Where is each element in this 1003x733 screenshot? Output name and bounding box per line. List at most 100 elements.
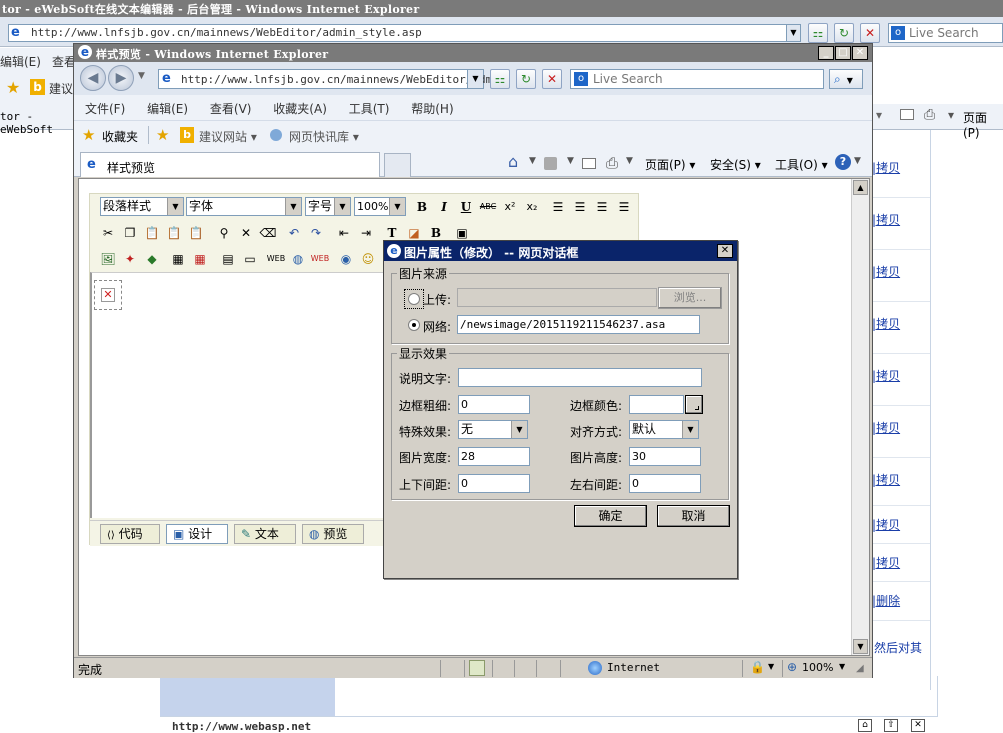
- mode-tab-code[interactable]: ⟨⟩ 代码: [100, 524, 160, 544]
- align-justify-icon[interactable]: ☰: [614, 196, 634, 218]
- bold-icon[interactable]: B: [412, 196, 432, 218]
- undo-icon[interactable]: ↶: [284, 222, 304, 244]
- mail-icon[interactable]: [582, 158, 596, 169]
- font-select[interactable]: 字体 ▼: [186, 197, 302, 216]
- bg-cmd-chevron[interactable]: ▾: [876, 108, 882, 122]
- outdent-icon[interactable]: ⇤: [334, 222, 354, 244]
- add-favorite-icon[interactable]: ★: [156, 126, 169, 144]
- mail-icon[interactable]: [900, 109, 914, 120]
- hspace-field[interactable]: 0: [629, 474, 701, 493]
- preview-address-bar[interactable]: e http://www.lnfsjb.gov.cn/mainnews/WebE…: [158, 69, 492, 89]
- border-width-field[interactable]: 0: [458, 395, 530, 414]
- maximize-button[interactable]: □: [835, 46, 851, 60]
- form-icon[interactable]: ▭: [240, 248, 260, 270]
- home-icon[interactable]: ⌂: [858, 719, 872, 732]
- menu-edit[interactable]: 编辑(E): [147, 102, 188, 116]
- menu-favorites[interactable]: 收藏夹(A): [273, 102, 327, 116]
- align-select[interactable]: 默认 ▼: [629, 420, 699, 439]
- stop-icon[interactable]: ✕: [542, 69, 562, 89]
- print-icon[interactable]: ⎙: [606, 154, 618, 172]
- align-right-icon[interactable]: ☰: [592, 196, 612, 218]
- minimize-button[interactable]: _: [818, 46, 834, 60]
- menu-help[interactable]: 帮助(H): [411, 102, 453, 116]
- menu-file[interactable]: 文件(F): [85, 102, 125, 116]
- fav-suggested-sites[interactable]: 建议网站 ▾: [199, 128, 257, 145]
- web-icon[interactable]: WEB: [266, 248, 286, 270]
- height-field[interactable]: 30: [629, 447, 701, 466]
- home-icon[interactable]: ⌂: [508, 152, 518, 171]
- protected-mode-icon[interactable]: 🔒: [750, 660, 765, 674]
- forward-button[interactable]: ▶: [108, 65, 134, 91]
- preview-search-box[interactable]: o Live Search: [570, 69, 824, 89]
- redo-icon[interactable]: ↷: [306, 222, 326, 244]
- star-icon[interactable]: ★: [6, 78, 20, 97]
- back-button[interactable]: ◀: [80, 65, 106, 91]
- compat-icon[interactable]: ⚏: [490, 69, 510, 89]
- underline-icon[interactable]: U: [456, 196, 476, 218]
- close-button[interactable]: ✕: [852, 46, 868, 60]
- dialog-close-button[interactable]: ✕: [717, 244, 733, 258]
- font-size-select[interactable]: 字号 ▼: [305, 197, 351, 216]
- cmd-safety[interactable]: 安全(S) ▾: [710, 156, 761, 173]
- delete-icon[interactable]: ✕: [236, 222, 256, 244]
- scroll-up-button[interactable]: ▲: [853, 180, 868, 195]
- table-edit-icon[interactable]: ▦: [190, 248, 210, 270]
- upload-radio[interactable]: [404, 289, 424, 309]
- refresh-icon[interactable]: ↻: [516, 69, 536, 89]
- broken-image-placeholder[interactable]: ✕: [94, 280, 122, 310]
- ok-button[interactable]: 确定: [574, 505, 647, 527]
- emoji-icon[interactable]: ☺: [358, 248, 378, 270]
- cmd-page[interactable]: 页面(P) ▾: [645, 156, 695, 173]
- bg-address-bar[interactable]: e http://www.lnfsjb.gov.cn/mainnews/WebE…: [8, 24, 801, 42]
- net-url-field[interactable]: /newsimage/2015119211546237.asa: [457, 315, 700, 334]
- table-icon[interactable]: ▦: [168, 248, 188, 270]
- mode-tab-design[interactable]: ▣ 设计: [166, 524, 228, 544]
- history-dropdown-icon[interactable]: ▼: [138, 71, 145, 81]
- net-radio[interactable]: [408, 319, 420, 331]
- close-icon[interactable]: ✕: [911, 719, 925, 732]
- italic-icon[interactable]: I: [434, 196, 454, 218]
- menu-tools[interactable]: 工具(T): [349, 102, 390, 116]
- bg-cmd-page[interactable]: 页面(P): [963, 109, 1003, 140]
- fav-web-slice[interactable]: 网页快讯库 ▾: [289, 128, 359, 145]
- dropdown-arrow-icon[interactable]: ▼: [467, 70, 483, 88]
- effect-select[interactable]: 无 ▼: [458, 420, 528, 439]
- border-color-field[interactable]: [629, 395, 684, 414]
- copy-icon[interactable]: ❐: [120, 222, 140, 244]
- color-picker-button[interactable]: [685, 395, 703, 414]
- dropdown-arrow-icon[interactable]: ▼: [786, 25, 800, 41]
- zoom-level[interactable]: 100%: [802, 661, 833, 674]
- search-button[interactable]: ⌕ ▼: [829, 69, 863, 89]
- media-icon[interactable]: ◆: [142, 248, 162, 270]
- feeds-icon[interactable]: [544, 157, 557, 170]
- find-icon[interactable]: ⚲: [214, 222, 234, 244]
- align-center-icon[interactable]: ☰: [570, 196, 590, 218]
- image-icon[interactable]: 🖼: [98, 248, 118, 270]
- resize-grip-icon[interactable]: ◢: [856, 663, 864, 674]
- bg-menu-edit[interactable]: 编辑(E): [0, 53, 41, 70]
- mode-tab-preview[interactable]: ◍ 预览: [302, 524, 364, 544]
- paste-icon[interactable]: 📋: [142, 222, 162, 244]
- cancel-button[interactable]: 取消: [657, 505, 730, 527]
- globe-icon[interactable]: ◍: [288, 248, 308, 270]
- browse-button[interactable]: 浏览...: [658, 287, 722, 309]
- vertical-scrollbar[interactable]: ▲ ▼: [851, 179, 869, 655]
- flash-icon[interactable]: ✦: [120, 248, 140, 270]
- vspace-field[interactable]: 0: [458, 474, 530, 493]
- cmd-tools[interactable]: 工具(O) ▾: [775, 156, 828, 173]
- zoom-icon[interactable]: ⊕: [787, 660, 797, 674]
- print-icon[interactable]: ⎙: [924, 107, 935, 123]
- bg-tab-label[interactable]: tor - eWebSoft: [0, 110, 80, 136]
- strikethrough-icon[interactable]: ABC: [478, 196, 498, 218]
- cut-icon[interactable]: ✂: [98, 222, 118, 244]
- zoom-select[interactable]: 100% ▼: [354, 197, 406, 216]
- bg-fav-suggest[interactable]: 建议: [49, 80, 73, 97]
- compat-icon[interactable]: ⚏: [808, 23, 828, 43]
- paste-word-icon[interactable]: 📋: [186, 222, 206, 244]
- stop-icon[interactable]: ✕: [860, 23, 880, 43]
- superscript-icon[interactable]: x²: [500, 196, 520, 218]
- paste-text-icon[interactable]: 📋: [164, 222, 184, 244]
- eraser-icon[interactable]: ⌫: [258, 222, 278, 244]
- help-icon[interactable]: ?: [835, 154, 851, 170]
- up-icon[interactable]: ⇧: [884, 719, 898, 732]
